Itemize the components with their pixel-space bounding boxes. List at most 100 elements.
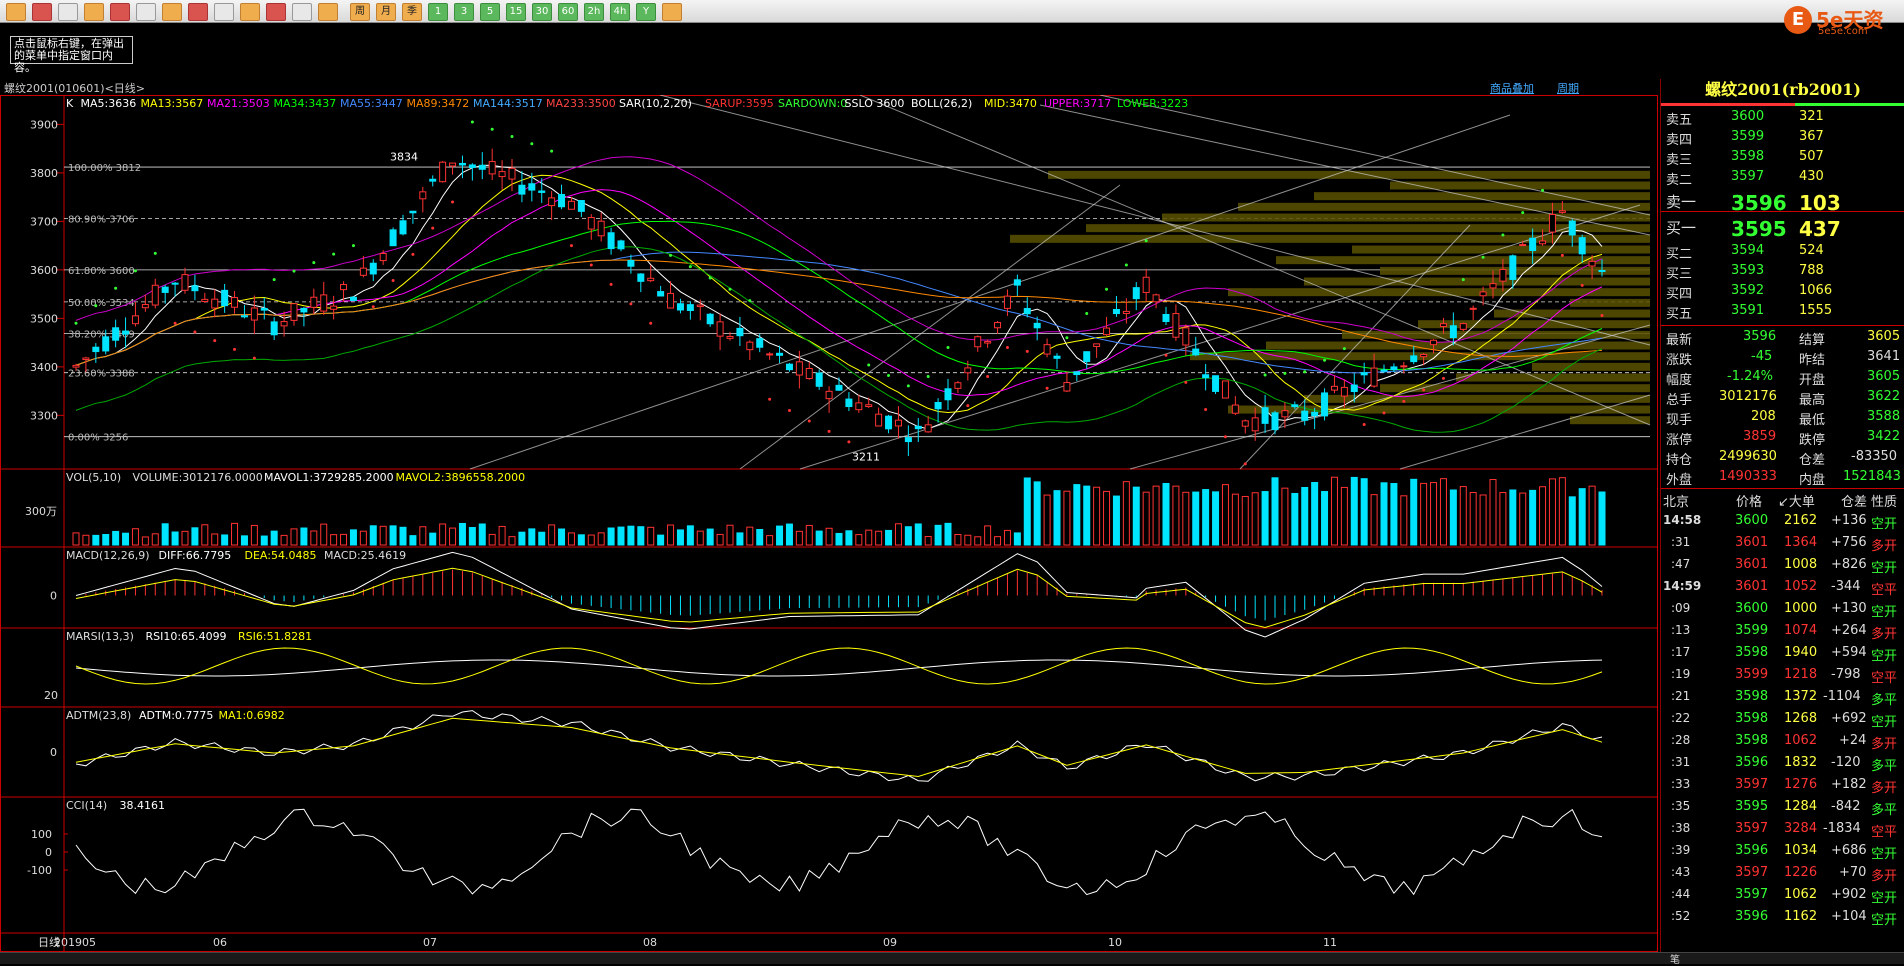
rsi-line	[75, 659, 1603, 677]
ask-price: 3599	[1731, 129, 1765, 144]
sar-dot	[1422, 388, 1426, 392]
volume-bar	[1568, 496, 1576, 546]
report-icon[interactable]	[58, 3, 78, 21]
candle-body	[240, 315, 248, 318]
tick-volume: 2162	[1784, 513, 1818, 528]
kline-chart[interactable]: 3900 3800 3700 3600 3500 3400 3300 100.00% 3812…	[0, 95, 1658, 952]
sar-dot	[94, 304, 98, 308]
period-button-3[interactable]: 1	[428, 3, 448, 21]
stat-value: -45	[1751, 349, 1773, 364]
logo-sub: 5e5e.com	[1818, 26, 1868, 37]
bid-row: 买四 3592 1066	[1661, 281, 1904, 302]
ratio-bar	[1661, 103, 1904, 106]
period-button-9[interactable]: 2h	[584, 3, 604, 21]
sar-dot	[490, 127, 494, 131]
ask-price: 3600	[1731, 109, 1765, 124]
candle-body	[320, 294, 328, 312]
candle-body	[250, 307, 258, 321]
tick-row: :13 3599 1074 +264 多开	[1661, 621, 1904, 643]
chart-icon[interactable]	[162, 3, 182, 21]
search-icon[interactable]	[110, 3, 130, 21]
volume-bar	[944, 522, 952, 546]
rsi-axis-label: 20	[44, 689, 58, 702]
k-legend-item-9: SAR(10,2,20)	[619, 97, 692, 110]
sar-dot	[114, 286, 118, 290]
candle-body	[795, 361, 803, 376]
candle-body	[1390, 366, 1398, 371]
period-button-0[interactable]: 周	[350, 3, 370, 21]
ask-label: 卖一	[1666, 193, 1697, 211]
sar-dot	[966, 404, 970, 408]
tick-oi: +182	[1831, 777, 1867, 792]
sar-dot	[748, 299, 752, 303]
calendar-icon[interactable]	[662, 3, 682, 21]
candle-body	[1172, 313, 1180, 338]
volume-bar	[934, 524, 942, 546]
refresh-icon[interactable]	[84, 3, 104, 21]
volume-bar	[191, 527, 199, 546]
volume-bar	[1172, 485, 1180, 546]
sar-dot	[1600, 313, 1604, 317]
volume-bar	[1291, 492, 1299, 546]
sar-dot	[391, 279, 395, 283]
brush-icon[interactable]	[214, 3, 234, 21]
candle-body	[231, 297, 239, 308]
volume-profile-bar	[1570, 298, 1650, 307]
price-axis-label: 3400	[30, 361, 58, 374]
sar-dot	[1323, 358, 1327, 362]
period-link[interactable]: 周期	[1557, 80, 1579, 96]
stat-value: -83350	[1851, 449, 1898, 464]
bid-row: 买三 3593 788	[1661, 261, 1904, 282]
period-button-7[interactable]: 30	[532, 3, 552, 21]
bottom-tab[interactable]: 笔	[1670, 951, 1680, 966]
home-icon[interactable]	[6, 3, 26, 21]
tick-row: 14:58 3600 2162 +136 空开	[1661, 511, 1904, 533]
filter-icon[interactable]	[240, 3, 260, 21]
candle-body	[181, 274, 189, 291]
tick-row: :52 3596 1162 +104 空开	[1661, 907, 1904, 929]
volume-bar	[637, 526, 645, 546]
period-button-11[interactable]: Y	[636, 3, 656, 21]
tick-volume: 1052	[1784, 579, 1818, 594]
candle-body	[1469, 307, 1477, 310]
overlay-link[interactable]: 商品叠加	[1490, 80, 1534, 96]
stat-value: 3588	[1867, 409, 1901, 424]
line-icon[interactable]	[292, 3, 312, 21]
k-legend-item-7: MA144:3517	[473, 97, 543, 110]
period-button-10[interactable]: 4h	[610, 3, 630, 21]
period-button-8[interactable]: 60	[558, 3, 578, 21]
table-icon[interactable]	[266, 3, 286, 21]
candle-body	[944, 388, 952, 401]
stat-value: 3622	[1867, 389, 1901, 404]
period-button-4[interactable]: 3	[454, 3, 474, 21]
pen-icon[interactable]	[188, 3, 208, 21]
adtm-legend-item-0: ADTM(23,8)	[66, 709, 131, 722]
volume-bar	[468, 527, 476, 546]
tick-oi: +692	[1831, 711, 1867, 726]
volume-bar	[369, 525, 377, 546]
find-icon[interactable]	[136, 3, 156, 21]
period-button-6[interactable]: 15	[506, 3, 526, 21]
period-button-2[interactable]: 季	[402, 3, 422, 21]
candle-body	[528, 183, 536, 191]
volume-bar	[577, 534, 585, 546]
quote-panel: 螺纹2001(rb2001) 卖五 3600 321 卖四 3599 367 卖三 3598 5…	[1660, 79, 1904, 952]
candle-body	[696, 304, 704, 308]
volume-bar	[171, 531, 179, 546]
bid-row: 买二 3594 524	[1661, 241, 1904, 262]
folder-icon[interactable]	[32, 3, 52, 21]
bid-price: 3594	[1731, 243, 1765, 258]
sar-dot	[312, 261, 316, 265]
candle-body	[974, 336, 982, 348]
volume-bar	[904, 526, 912, 546]
period-button-5[interactable]: 5	[480, 3, 500, 21]
price-axis-label: 3800	[30, 167, 58, 180]
candle-body	[141, 304, 149, 309]
tick-time: :33	[1671, 777, 1691, 791]
candle-body	[1410, 355, 1418, 363]
quote-title: 螺纹2001(rb2001)	[1705, 80, 1861, 99]
period-button-1[interactable]: 月	[376, 3, 396, 21]
candle-body	[1459, 323, 1467, 330]
tick-time: :52	[1671, 909, 1691, 923]
tick-icon[interactable]	[318, 3, 338, 21]
